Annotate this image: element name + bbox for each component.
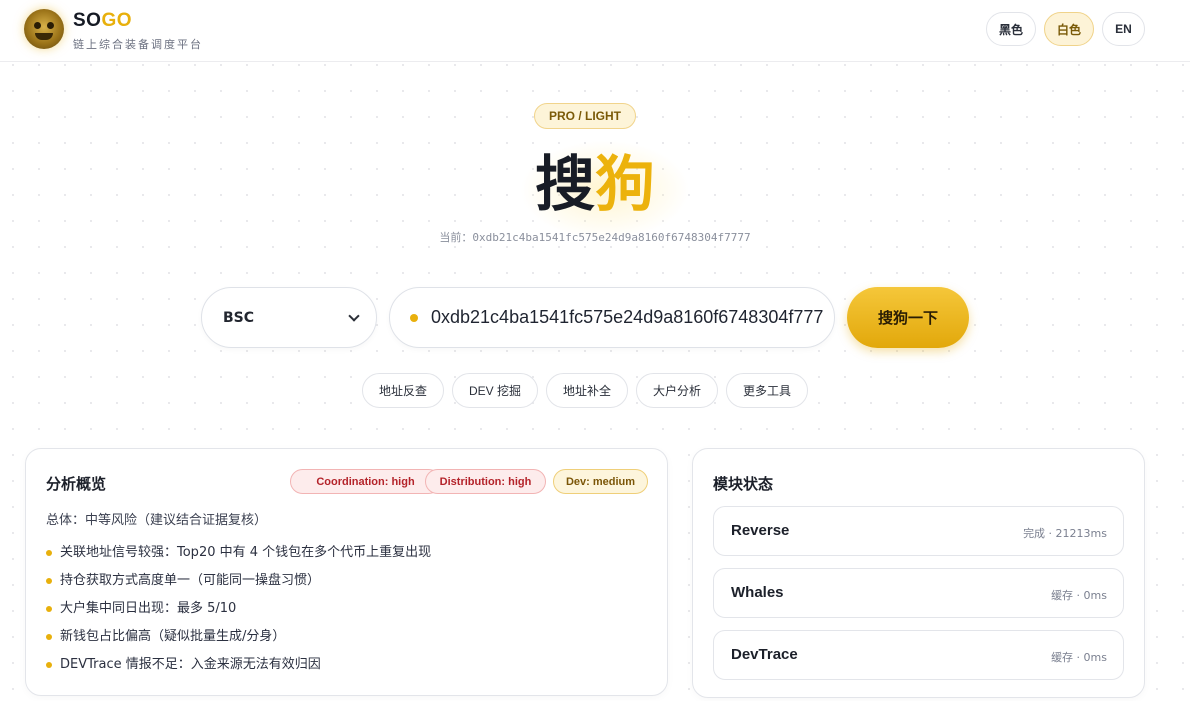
dev-tag: Dev: medium — [553, 469, 648, 494]
pro-light-badge: PRO / LIGHT — [534, 103, 636, 129]
brand-subtitle: 链上综合装备调度平台 — [73, 38, 203, 51]
brand-name-so: SO — [73, 10, 102, 31]
chain-select-value: BSC — [223, 309, 255, 326]
finding-item: 大户集中同日出现：最多 5/10 — [46, 600, 431, 628]
current-address: 0xdb21c4ba1541fc575e24d9a8160f6748304f77… — [472, 231, 751, 244]
hero-title-gou: 狗 — [595, 150, 655, 220]
module-status: 缓存 · 0ms — [1051, 589, 1107, 602]
status-dot-icon — [410, 313, 418, 322]
finding-item: 持仓获取方式高度单一（可能同一操盘习惯） — [46, 572, 431, 600]
language-button[interactable]: EN — [1102, 12, 1145, 46]
search-box[interactable] — [389, 287, 835, 348]
search-button[interactable]: 搜狗一下 — [847, 287, 969, 348]
module-status-card: 模块状态 Reverse 完成 · 21213ms Whales 缓存 · 0m… — [692, 448, 1145, 698]
brand-name-go: GO — [101, 10, 133, 31]
overall-risk: 总体：中等风险（建议结合证据复核） — [46, 513, 268, 528]
module-row-devtrace[interactable]: DevTrace 缓存 · 0ms — [713, 630, 1124, 680]
module-row-reverse[interactable]: Reverse 完成 · 21213ms — [713, 506, 1124, 556]
tool-whale-analysis[interactable]: 大户分析 — [636, 373, 718, 408]
coordination-tag: Coordination: high — [290, 469, 441, 494]
findings-list: 关联地址信号较强：Top20 中有 4 个钱包在多个代币上重复出现 持仓获取方式… — [46, 544, 431, 684]
finding-item: 关联地址信号较强：Top20 中有 4 个钱包在多个代币上重复出现 — [46, 544, 431, 572]
tool-address-complete[interactable]: 地址补全 — [546, 373, 628, 408]
current-label: 当前： — [439, 231, 473, 244]
brand-name: SOGO — [73, 10, 132, 32]
hero-title: 搜狗 — [0, 147, 1190, 223]
theme-light-button[interactable]: 白色 — [1044, 12, 1094, 46]
address-search-input[interactable] — [431, 307, 823, 328]
module-name: DevTrace — [731, 646, 798, 663]
module-status: 完成 · 21213ms — [1023, 527, 1107, 540]
module-row-whales[interactable]: Whales 缓存 · 0ms — [713, 568, 1124, 618]
chevron-down-icon — [348, 310, 360, 322]
tool-reverse-lookup[interactable]: 地址反查 — [362, 373, 444, 408]
current-address-line: 当前：0xdb21c4ba1541fc575e24d9a8160f6748304… — [0, 229, 1190, 245]
chain-select[interactable]: BSC — [201, 287, 377, 348]
overview-title: 分析概览 — [46, 475, 107, 493]
theme-dark-button[interactable]: 黑色 — [986, 12, 1036, 46]
tool-more-tools[interactable]: 更多工具 — [726, 373, 808, 408]
finding-item: 新钱包占比偏高（疑似批量生成/分身） — [46, 628, 431, 656]
module-name: Reverse — [731, 522, 790, 539]
tool-dev-mining[interactable]: DEV 挖掘 — [452, 373, 538, 408]
module-name: Whales — [731, 584, 784, 601]
module-status-title: 模块状态 — [713, 475, 774, 493]
analysis-overview-card: 分析概览 Coordination: high Distribution: hi… — [25, 448, 668, 696]
module-status: 缓存 · 0ms — [1051, 651, 1107, 664]
distribution-tag: Distribution: high — [425, 469, 546, 494]
top-header: SOGO 链上综合装备调度平台 黑色 白色 EN — [0, 0, 1190, 62]
sogo-logo-icon[interactable] — [24, 9, 64, 49]
hero-title-sou: 搜 — [535, 150, 595, 220]
finding-item: DEVTrace 情报不足：入金来源无法有效归因 — [46, 656, 431, 684]
